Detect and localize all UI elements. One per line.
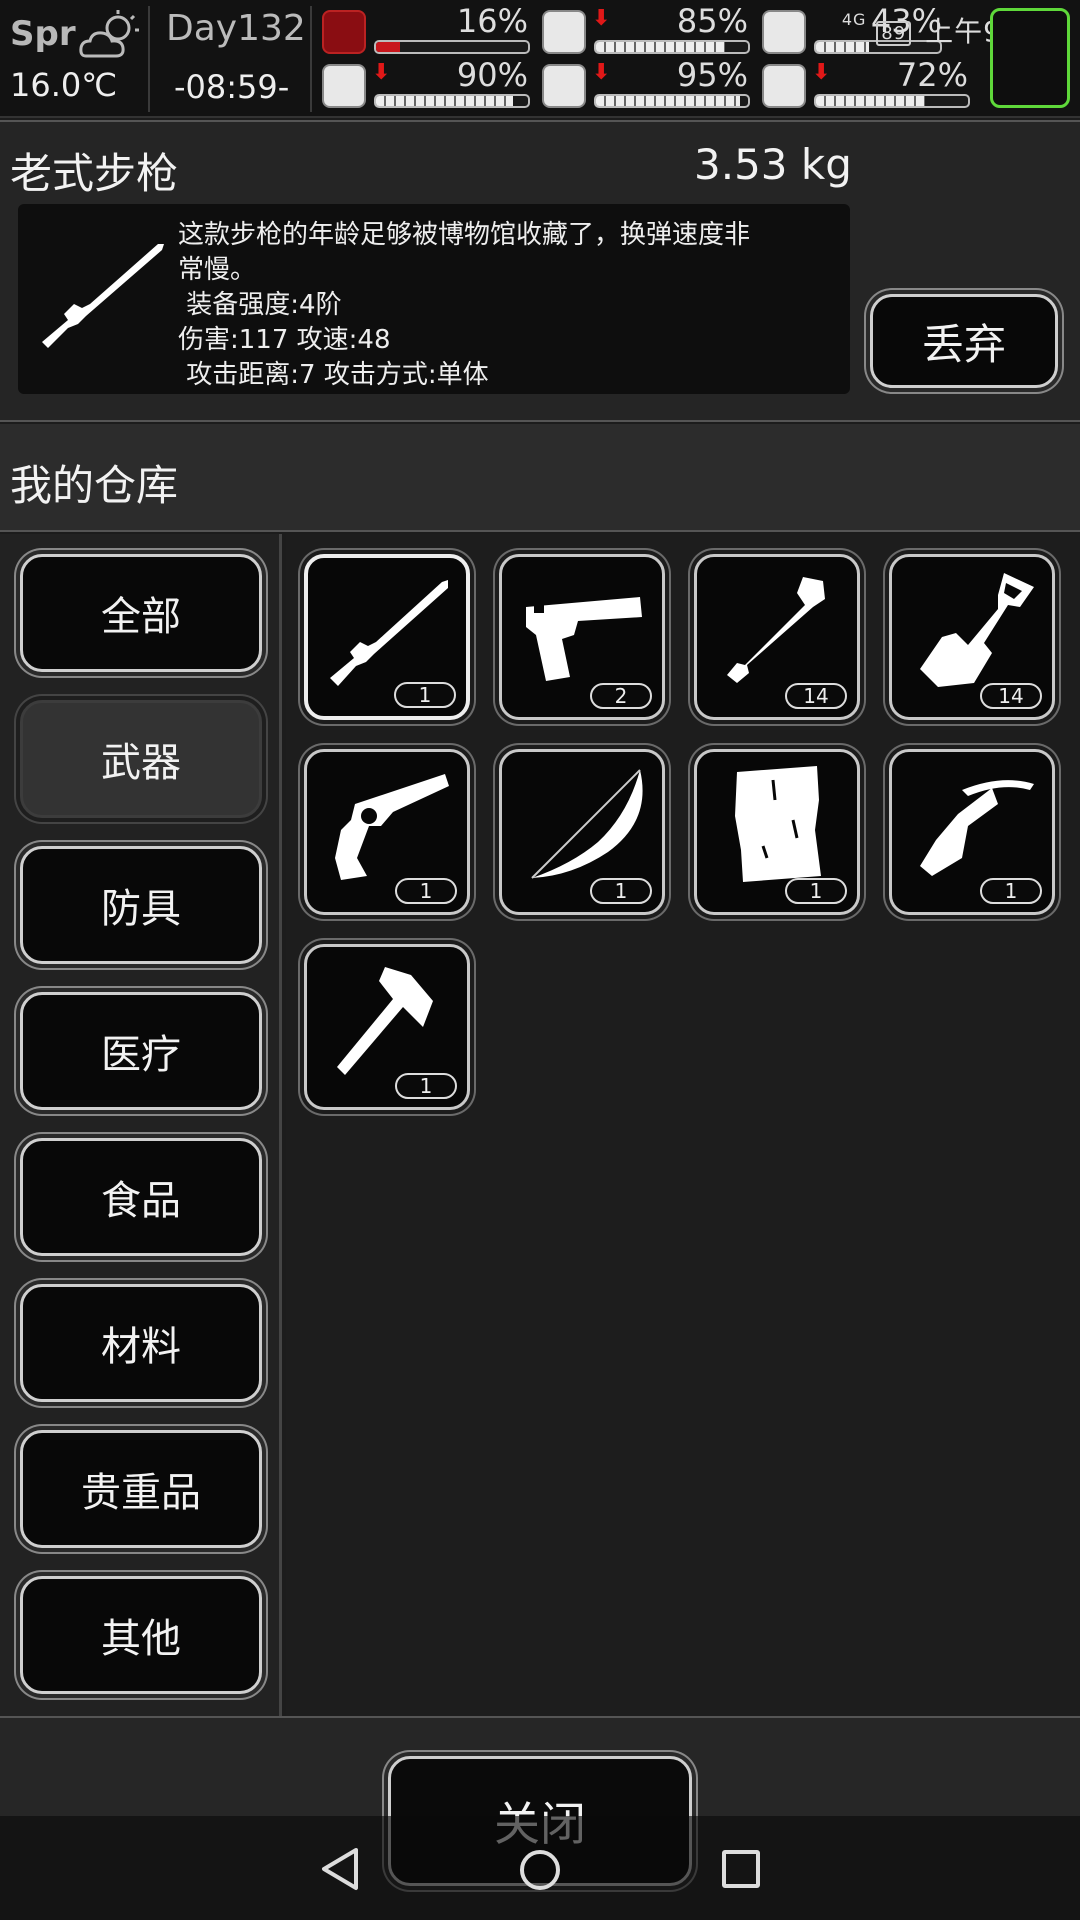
item-name: 老式步枪	[10, 149, 179, 198]
stat-stamina-bar	[374, 94, 530, 108]
battery-indicator: 89	[876, 20, 912, 46]
stat-hunger-bar	[594, 40, 750, 54]
pistol-icon	[526, 597, 642, 681]
temperature-label: 16.0℃	[10, 66, 118, 104]
down-arrow-icon: ⬇	[592, 6, 611, 31]
rifle-icon	[330, 580, 448, 686]
item-detail-panel: 老式步枪 3.53 kg 这款步枪的年龄足够被博物馆收藏了，换弹速度非 常慢。 …	[0, 120, 1080, 422]
category-all[interactable]: 全部	[20, 554, 262, 672]
stat-hunger: ⬇ 85%	[542, 2, 762, 60]
description-line: 攻击距离:7 攻击方式:单体	[178, 360, 489, 390]
season-label: Spr	[10, 14, 76, 54]
stat-mood: ⬇ 72%	[762, 56, 982, 114]
stat-hunger-percent: 85%	[676, 2, 748, 40]
stat-stamina-percent: 90%	[456, 56, 528, 94]
plank-icon	[735, 766, 821, 882]
description-line: 伤害:117 攻速:48	[178, 325, 391, 355]
heart-icon	[762, 64, 806, 108]
stat-mood-bar	[814, 94, 970, 108]
item-count: 1	[980, 878, 1042, 904]
axe-icon	[337, 967, 433, 1075]
rifle-icon	[42, 244, 164, 348]
item-count: 2	[590, 683, 652, 709]
spiral-icon	[762, 10, 806, 54]
category-medical[interactable]: 医疗	[20, 992, 262, 1110]
description-line: 这款步枪的年龄足够被博物馆收藏了，换弹速度非	[178, 220, 751, 250]
description-line: 装备强度:4阶	[178, 290, 342, 320]
item-count: 1	[395, 1073, 457, 1099]
water-drop-icon	[542, 64, 586, 108]
warehouse-header: 我的仓库	[0, 424, 1080, 532]
stat-stamina: ⬇ 90%	[322, 56, 542, 114]
item-description-box: 这款步枪的年龄足够被博物馆收藏了，换弹速度非 常慢。 装备强度:4阶 伤害:11…	[18, 204, 850, 394]
stat-thirst: ⬇ 95%	[542, 56, 762, 114]
stat-thirst-percent: 95%	[676, 56, 748, 94]
home-icon[interactable]	[518, 1848, 562, 1892]
menu-button[interactable]	[990, 8, 1070, 108]
down-arrow-icon: ⬇	[372, 60, 391, 85]
item-count: 1	[785, 878, 847, 904]
bow-icon	[531, 769, 643, 879]
inventory-slot[interactable]: 1	[304, 554, 470, 720]
warehouse-title: 我的仓库	[10, 461, 179, 510]
inventory-slot[interactable]: 1	[304, 944, 470, 1110]
foot-icon	[322, 64, 366, 108]
category-other[interactable]: 其他	[20, 1576, 262, 1694]
stat-thirst-bar	[594, 94, 750, 108]
drop-button[interactable]: 丢弃	[870, 294, 1058, 388]
item-weight: 3.53 kg	[694, 140, 852, 189]
revolver-icon	[335, 774, 449, 880]
category-weapons[interactable]: 武器	[20, 700, 262, 818]
inventory-slot[interactable]: 2	[499, 554, 665, 720]
down-arrow-icon: ⬇	[592, 60, 611, 85]
stat-health-bar	[374, 40, 530, 54]
item-count: 14	[785, 683, 847, 709]
category-food[interactable]: 食品	[20, 1138, 262, 1256]
item-count: 14	[980, 683, 1042, 709]
description-line: 常慢。	[178, 255, 257, 285]
inventory-slot[interactable]: 14	[694, 554, 860, 720]
android-nav-bar	[0, 1816, 1080, 1920]
pipe-icon	[727, 577, 825, 683]
game-clock: -08:59-	[174, 68, 290, 106]
stat-health: 16%	[322, 2, 542, 60]
stomach-icon	[542, 10, 586, 54]
item-count: 1	[394, 682, 456, 708]
item-count: 1	[590, 878, 652, 904]
status-bar: Spr 16.0℃ Day132 -08:59- 16% ⬇ 85% 43% ⬇…	[0, 0, 1080, 118]
category-materials[interactable]: 材料	[20, 1284, 262, 1402]
stat-mood-percent: 72%	[896, 56, 968, 94]
inventory-slot[interactable]: 1	[499, 749, 665, 915]
recent-apps-icon[interactable]	[722, 1850, 760, 1888]
item-count: 1	[395, 878, 457, 904]
item-description: 这款步枪的年龄足够被博物馆收藏了，换弹速度非 常慢。 装备强度:4阶 伤害:11…	[178, 218, 848, 393]
category-sidebar[interactable]: 全部 武器 防具 医疗 食品 材料 贵重品 其他	[0, 534, 282, 1716]
inventory-slot[interactable]: 1	[694, 749, 860, 915]
inventory-grid: 1 2 14 14 1 1 1 1 1	[286, 534, 1080, 1716]
network-label: 4G	[841, 10, 867, 29]
inventory-slot[interactable]: 1	[304, 749, 470, 915]
crossbow-icon	[920, 780, 1034, 876]
inventory-slot[interactable]: 14	[889, 554, 1055, 720]
back-icon[interactable]	[318, 1846, 362, 1892]
shovel-icon	[920, 573, 1034, 687]
divider	[310, 6, 312, 112]
day-counter: Day132	[166, 8, 306, 49]
category-valuables[interactable]: 贵重品	[20, 1430, 262, 1548]
cloudy-sun-icon	[79, 10, 139, 58]
first-aid-icon	[322, 10, 366, 54]
divider	[148, 6, 150, 112]
category-armor[interactable]: 防具	[20, 846, 262, 964]
down-arrow-icon: ⬇	[812, 60, 831, 85]
stat-health-percent: 16%	[456, 2, 528, 40]
inventory-slot[interactable]: 1	[889, 749, 1055, 915]
